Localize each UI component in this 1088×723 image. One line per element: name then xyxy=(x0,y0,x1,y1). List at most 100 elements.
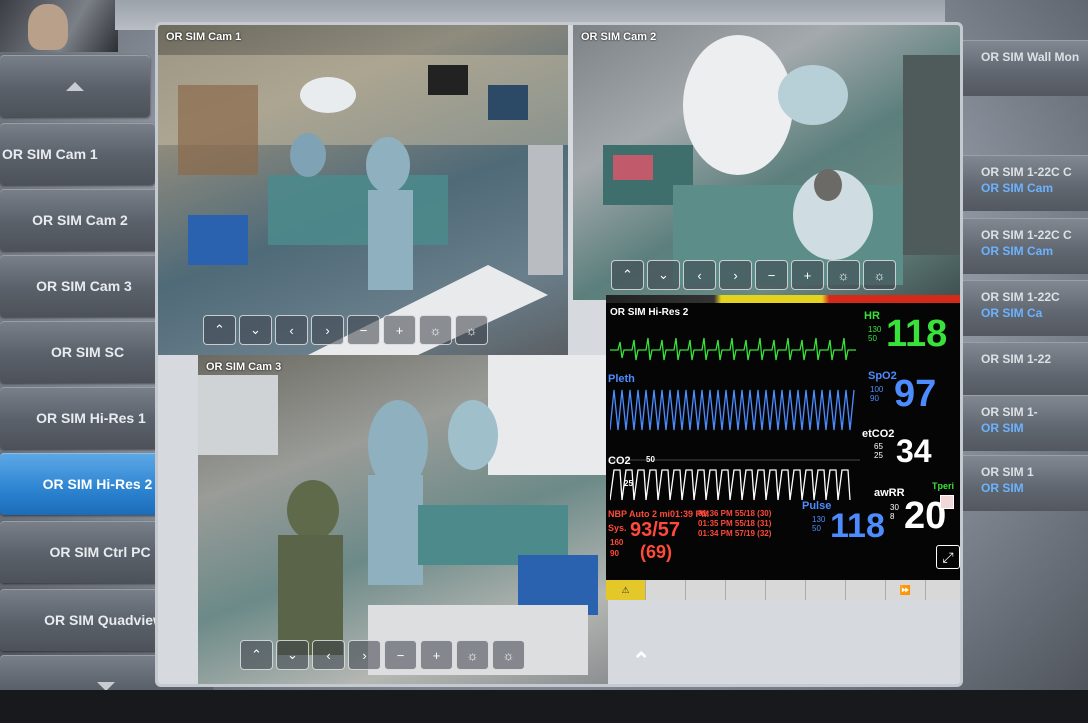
nibp-value: 93/57 xyxy=(630,519,681,541)
pleth-label: Pleth xyxy=(608,373,635,385)
pan-left-button[interactable]: ‹ xyxy=(275,315,308,345)
sidebar-item-label: OR SIM Hi-Res 1 xyxy=(36,410,146,426)
sidebar-item-r3[interactable]: OR SIM 1-22C C OR SIM Cam xyxy=(953,218,1088,274)
spo2-limit-high: 100 xyxy=(870,385,884,394)
tperi-indicator xyxy=(940,495,954,509)
sidebar-item-label: OR SIM SC xyxy=(50,344,125,360)
sidebar-item-label: OR SIM 1-22C C xyxy=(981,165,1072,179)
softkey[interactable] xyxy=(686,580,726,600)
sidebar-item-cam1[interactable]: OR SIM Cam 1 xyxy=(0,123,155,185)
tilt-down-button[interactable]: ⌄ xyxy=(239,315,272,345)
zoom-out-button[interactable]: − xyxy=(755,260,788,290)
softkey[interactable] xyxy=(806,580,846,600)
operating-room-scene xyxy=(158,55,568,355)
sidebar-item-r5[interactable]: OR SIM 1-22 xyxy=(953,342,1088,398)
softkey[interactable] xyxy=(726,580,766,600)
sidebar-item-r6[interactable]: OR SIM 1- OR SIM xyxy=(953,395,1088,451)
awrr-limits: 30 8 xyxy=(890,503,899,521)
nibp-mean: (69) xyxy=(640,542,673,562)
brightness-up-button[interactable]: ☼ xyxy=(455,315,488,345)
presenter-thumbnail xyxy=(0,0,118,52)
camera-controls: ⌃ ⌄ ‹ › − + ☼ ☼ xyxy=(203,315,488,345)
fast-forward-key[interactable]: ⏩ xyxy=(886,580,926,600)
pan-left-button[interactable]: ‹ xyxy=(683,260,716,290)
scroll-up-button[interactable] xyxy=(0,55,150,117)
zoom-in-button[interactable]: + xyxy=(383,315,416,345)
pan-right-button[interactable]: › xyxy=(311,315,344,345)
camera-feed-cam2[interactable]: OR SIM Cam 2 ⌃ ⌄ ‹ › − + ☼ ☼ xyxy=(573,25,960,300)
nibp-history-row: 01:35 PM 55/18 (31) xyxy=(698,519,772,528)
sidebar-item-label: OR SIM Ctrl PC xyxy=(49,544,151,560)
pan-right-button[interactable]: › xyxy=(719,260,752,290)
sidebar-item-cam2[interactable]: OR SIM Cam 2 xyxy=(0,189,160,251)
sidebar-item-label: OR SIM 1-22C xyxy=(981,290,1060,304)
sidebar-item-sublabel: OR SIM Cam xyxy=(981,181,1054,195)
camera-list-right: OR SIM Wall Mon OR SIM 1-22C C OR SIM Cam… xyxy=(945,0,1088,700)
spo2-value: 97 xyxy=(894,373,937,415)
pan-right-button[interactable]: › xyxy=(348,640,381,670)
pan-left-button[interactable]: ‹ xyxy=(312,640,345,670)
monitor-softkey-bar: ⚠ ⏩ xyxy=(606,580,960,600)
softkey[interactable] xyxy=(646,580,686,600)
zoom-in-button[interactable]: + xyxy=(420,640,453,670)
show-more-arrow-icon[interactable]: ⌃ xyxy=(632,648,650,674)
hr-value: 118 xyxy=(886,313,948,355)
monitor-photo-frame: OR SIM Cam 1 OR SIM Cam 2 OR SIM Cam 3 O… xyxy=(0,0,1088,723)
surgery-overhead-scene xyxy=(603,35,960,285)
alarm-key[interactable]: ⚠ xyxy=(606,580,646,600)
brightness-down-button[interactable]: ☼ xyxy=(419,315,452,345)
sidebar-item-cam3[interactable]: OR SIM Cam 3 xyxy=(0,255,168,317)
sidebar-item-label: OR SIM Cam 1 xyxy=(2,146,98,162)
ecg-waveform xyxy=(610,337,856,361)
tilt-down-button[interactable]: ⌄ xyxy=(276,640,309,670)
sidebar-item-label: OR SIM 1- xyxy=(981,405,1038,419)
tperi-label: Tperi xyxy=(932,481,955,491)
tilt-up-button[interactable]: ⌃ xyxy=(240,640,273,670)
sidebar-item-label: OR SIM Cam 2 xyxy=(32,212,128,228)
awrr-limit-high: 30 xyxy=(890,503,899,512)
softkey[interactable] xyxy=(766,580,806,600)
co2-scale-low-label: 25 xyxy=(624,479,633,488)
brightness-down-button[interactable]: ☼ xyxy=(827,260,860,290)
sidebar-item-sc[interactable]: OR SIM SC xyxy=(0,321,175,383)
sidebar-item-label: OR SIM Wall Mon xyxy=(981,50,1080,64)
monitor-title: OR SIM Hi-Res 2 xyxy=(610,307,689,318)
sidebar-item-r7[interactable]: OR SIM 1 OR SIM xyxy=(953,455,1088,511)
brightness-down-button[interactable]: ☼ xyxy=(456,640,489,670)
sidebar-item-wall-mon[interactable]: OR SIM Wall Mon xyxy=(953,40,1088,96)
etco2-value: 34 xyxy=(896,433,932,469)
nibp-sys-label: Sys. xyxy=(608,523,627,533)
fullscreen-toggle-icon[interactable]: ⤢ xyxy=(936,545,960,569)
etco2-limits: 65 25 xyxy=(874,442,883,460)
zoom-out-button[interactable]: − xyxy=(347,315,380,345)
sidebar-item-sublabel: OR SIM xyxy=(981,421,1024,435)
sidebar-item-r2[interactable]: OR SIM 1-22C C OR SIM Cam xyxy=(953,155,1088,211)
pulse-value: 118 xyxy=(830,507,885,545)
tilt-up-button[interactable]: ⌃ xyxy=(203,315,236,345)
softkey[interactable] xyxy=(926,580,960,600)
zoom-out-button[interactable]: − xyxy=(384,640,417,670)
tilt-up-button[interactable]: ⌃ xyxy=(611,260,644,290)
etco2-label: etCO2 xyxy=(862,428,895,440)
sidebar-item-label: OR SIM Hi-Res 2 xyxy=(42,476,153,492)
presenter-face xyxy=(28,4,68,50)
spo2-limit-low: 90 xyxy=(870,394,879,403)
sidebar-item-sublabel: OR SIM xyxy=(981,481,1024,495)
camera-label: OR SIM Cam 1 xyxy=(166,31,242,43)
camera-feed-cam1[interactable]: OR SIM Cam 1 ⌃ ⌄ ‹ › − + ☼ ☼ xyxy=(158,25,568,355)
tilt-down-button[interactable]: ⌄ xyxy=(647,260,680,290)
sidebar-item-sublabel: OR SIM Cam xyxy=(981,244,1054,258)
alarm-bar xyxy=(606,295,960,303)
awrr-limit-low: 8 xyxy=(890,512,895,521)
quadview-screen: OR SIM Cam 1 ⌃ ⌄ ‹ › − + ☼ ☼ OR SIM Cam … xyxy=(155,22,963,687)
brightness-up-button[interactable]: ☼ xyxy=(863,260,896,290)
softkey[interactable] xyxy=(846,580,886,600)
brightness-up-button[interactable]: ☼ xyxy=(492,640,525,670)
zoom-in-button[interactable]: + xyxy=(791,260,824,290)
sidebar-item-r4[interactable]: OR SIM 1-22C OR SIM Ca xyxy=(953,280,1088,336)
pulse-limit-high: 130 xyxy=(812,515,826,524)
patient-monitor[interactable]: OR SIM Hi-Res 2 Pleth CO2 50 25 HR 130 50… xyxy=(606,295,960,600)
camera-feed-cam3[interactable]: OR SIM Cam 3 ⌃ ⌄ ‹ › − + ☼ ☼ xyxy=(198,355,608,684)
nibp-limits: 160 90 xyxy=(610,537,623,559)
spo2-label: SpO2 xyxy=(868,370,897,382)
